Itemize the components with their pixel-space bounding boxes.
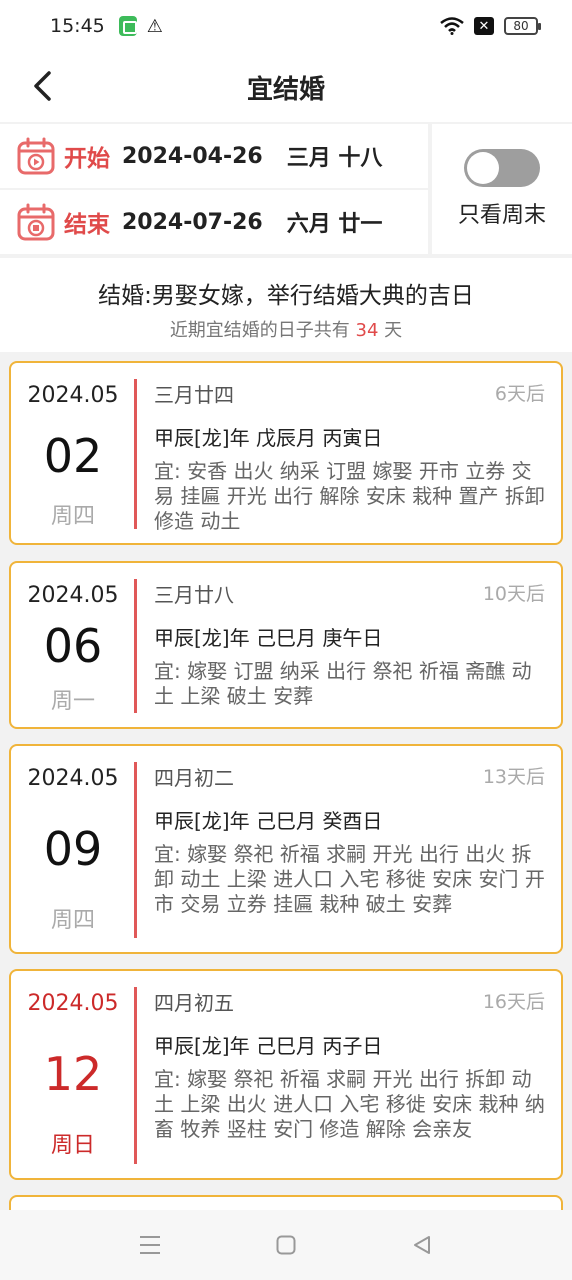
home-nav-button[interactable] xyxy=(273,1232,299,1258)
card-year-month: 2024.05 xyxy=(27,583,119,608)
card-divider xyxy=(134,987,137,1164)
weekend-toggle[interactable] xyxy=(464,149,540,187)
card-weekday: 周一 xyxy=(50,689,95,714)
day-card[interactable]: 2024.05 09 周四 四月初二 13天后 甲辰[龙]年 己巳月 癸酉日 宜… xyxy=(9,744,563,954)
card-yi: 宜: 嫁娶 订盟 纳采 出行 祭祀 祈福 斋醮 动土 上梁 破土 安葬 xyxy=(154,659,532,708)
card-weekday: 周四 xyxy=(50,504,95,529)
card-day: 06 xyxy=(43,619,103,673)
start-lunar: 三月 十八 xyxy=(286,146,383,171)
day-count: 34 xyxy=(355,320,379,341)
card-yi: 宜: 嫁娶 祭祀 祈福 求嗣 开光 出行 出火 拆卸 动土 上梁 进人口 入宅 … xyxy=(154,842,545,916)
weekend-filter: 只看周末 xyxy=(432,124,572,254)
card-day: 12 xyxy=(43,1047,103,1101)
start-date: 2024-04-26 xyxy=(122,143,263,169)
home-square-icon xyxy=(276,1235,296,1255)
description-main: 结婚:男娶女嫁，举行结婚大典的吉日 xyxy=(98,283,474,309)
battery-icon: 80 xyxy=(504,17,541,35)
back-triangle-icon xyxy=(414,1236,430,1254)
description: 结婚:男娶女嫁，举行结婚大典的吉日 近期宜结婚的日子共有 34 天 xyxy=(0,258,572,352)
day-card[interactable]: 2024.05 12 周日 四月初五 16天后 甲辰[龙]年 己巳月 丙子日 宜… xyxy=(9,969,563,1180)
wifi-icon xyxy=(440,17,464,35)
date-range-panel: 开始 2024-04-26 三月 十八 结束 2024-07-26 六月 廿一 … xyxy=(0,122,572,256)
calendar-end-icon xyxy=(17,203,55,241)
card-year-month: 2024.05 xyxy=(27,383,119,408)
battery-level: 80 xyxy=(513,19,529,33)
back-nav-button[interactable] xyxy=(409,1232,435,1258)
end-date: 2024-07-26 xyxy=(122,209,263,235)
card-days-after: 10天后 xyxy=(482,583,545,605)
end-label: 结束 xyxy=(64,212,110,238)
card-divider xyxy=(134,379,137,529)
card-ganzhi: 甲辰[龙]年 己巳月 癸酉日 xyxy=(154,809,383,833)
description-sub-prefix: 近期宜结婚的日子共有 xyxy=(169,320,356,341)
day-card-partial[interactable] xyxy=(9,1195,563,1210)
calendar-start-icon xyxy=(17,137,55,175)
card-year-month: 2024.05 xyxy=(27,766,119,791)
back-button[interactable] xyxy=(22,66,62,106)
card-divider xyxy=(134,579,137,713)
day-card[interactable]: 2024.05 02 周四 三月廿四 6天后 甲辰[龙]年 戊辰月 丙寅日 宜:… xyxy=(9,361,563,545)
card-yi: 宜: 安香 出火 纳采 订盟 嫁娶 开市 立券 交易 挂匾 开光 出行 解除 安… xyxy=(154,459,545,533)
toggle-knob xyxy=(467,152,499,184)
card-ganzhi: 甲辰[龙]年 戊辰月 丙寅日 xyxy=(154,426,383,450)
card-weekday: 周日 xyxy=(50,1133,95,1158)
sim-card-icon xyxy=(118,16,137,36)
weekend-label: 只看周末 xyxy=(457,203,546,228)
status-bar: 15:45 ⚠ ✕ 80 xyxy=(0,0,572,52)
card-day: 09 xyxy=(43,822,103,876)
system-nav-bar xyxy=(0,1210,572,1280)
card-days-after: 13天后 xyxy=(482,766,545,788)
warning-icon: ⚠ xyxy=(146,15,163,37)
card-ganzhi: 甲辰[龙]年 己巳月 庚午日 xyxy=(154,626,383,650)
auspicious-day-list[interactable]: 2024.05 02 周四 三月廿四 6天后 甲辰[龙]年 戊辰月 丙寅日 宜:… xyxy=(0,352,572,1210)
start-date-row[interactable]: 开始 2024-04-26 三月 十八 xyxy=(0,124,428,188)
card-days-after: 16天后 xyxy=(482,991,545,1013)
description-sub: 近期宜结婚的日子共有 34 天 xyxy=(0,316,572,342)
app-bar: 宜结婚 xyxy=(0,52,572,122)
card-ganzhi: 甲辰[龙]年 己巳月 丙子日 xyxy=(154,1034,383,1058)
card-weekday: 周四 xyxy=(50,908,95,933)
day-card[interactable]: 2024.05 06 周一 三月廿八 10天后 甲辰[龙]年 己巳月 庚午日 宜… xyxy=(9,561,563,729)
status-time: 15:45 xyxy=(50,15,105,37)
back-arrow-icon xyxy=(34,71,51,101)
description-sub-suffix: 天 xyxy=(378,320,403,341)
card-days-after: 6天后 xyxy=(494,383,545,405)
end-date-row[interactable]: 结束 2024-07-26 六月 廿一 xyxy=(0,190,428,254)
card-divider xyxy=(134,762,137,938)
page-title: 宜结婚 xyxy=(246,74,325,105)
end-lunar: 六月 廿一 xyxy=(286,212,383,237)
card-year-month: 2024.05 xyxy=(27,991,119,1016)
menu-icon xyxy=(140,1236,160,1254)
start-label: 开始 xyxy=(64,146,110,172)
card-lunar: 三月廿四 xyxy=(154,383,234,407)
menu-nav-button[interactable] xyxy=(137,1232,163,1258)
card-yi: 宜: 嫁娶 祭祀 祈福 求嗣 开光 出行 拆卸 动土 上梁 出火 进人口 入宅 … xyxy=(154,1067,545,1141)
card-day: 02 xyxy=(43,429,103,483)
notification-x-icon: ✕ xyxy=(474,17,494,35)
